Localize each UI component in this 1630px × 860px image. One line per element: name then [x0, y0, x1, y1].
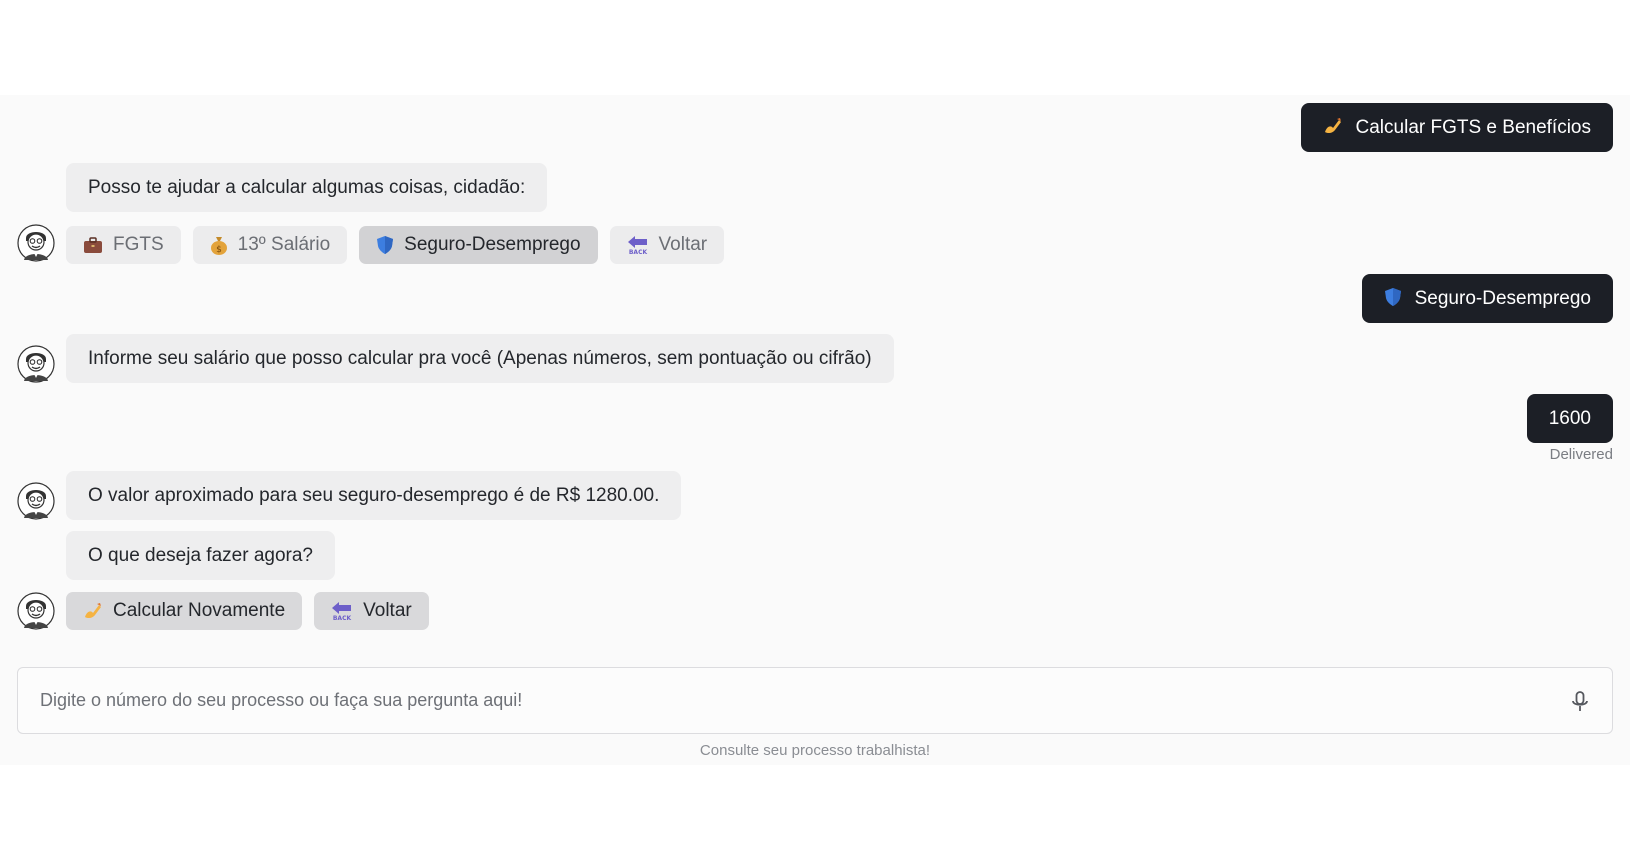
user-message-text: Calcular FGTS e Benefícios	[1355, 117, 1591, 138]
bot-message-text: O valor aproximado para seu seguro-desem…	[88, 485, 660, 506]
option-voltar[interactable]: BACK Voltar	[314, 592, 429, 630]
bot-message-text: O que deseja fazer agora?	[88, 545, 313, 566]
option-label: Seguro-Desemprego	[404, 234, 581, 255]
bot-avatar	[17, 592, 55, 630]
option-label: FGTS	[113, 234, 164, 255]
option-seguro-desemprego[interactable]: Seguro-Desemprego	[359, 226, 598, 264]
shield-icon	[1384, 288, 1407, 308]
bot-message-text: Posso te ajudar a calcular algumas coisa…	[88, 177, 526, 198]
option-calcular-novamente[interactable]: Calcular Novamente	[66, 592, 303, 630]
user-message-calcular: Calcular FGTS e Benefícios	[1300, 103, 1613, 152]
option-voltar[interactable]: BACK Voltar	[609, 226, 725, 264]
user-message-salario: 1600	[1526, 394, 1613, 443]
options-menu: FGTS $ 13º Salário Seguro-Desemprego BAC…	[66, 226, 725, 264]
user-message-text: Seguro-Desemprego	[1414, 288, 1591, 309]
bot-avatar	[17, 345, 55, 383]
microphone-icon[interactable]	[1570, 690, 1590, 714]
svg-text:$: $	[216, 245, 222, 255]
briefcase-icon	[83, 236, 103, 254]
option-label: Voltar	[363, 600, 412, 621]
writing-hand-icon	[1323, 117, 1348, 137]
footer-note: Consulte seu processo trabalhista!	[699, 742, 931, 759]
money-bag-icon: $	[210, 235, 228, 255]
svg-text:BACK: BACK	[333, 615, 352, 621]
option-label: 13º Salário	[237, 234, 331, 255]
svg-text:BACK: BACK	[628, 249, 647, 255]
bot-message: O que deseja fazer agora?	[66, 531, 335, 580]
message-composer	[17, 667, 1613, 734]
back-arrow-icon: BACK	[627, 235, 649, 255]
bot-avatar	[17, 224, 55, 262]
bot-avatar	[17, 482, 55, 520]
option-13-salario[interactable]: $ 13º Salário	[192, 226, 348, 264]
bot-message: Posso te ajudar a calcular algumas coisa…	[66, 163, 548, 212]
writing-hand-icon	[83, 601, 103, 621]
user-message-seguro: Seguro-Desemprego	[1361, 274, 1613, 323]
bot-message: Informe seu salário que posso calcular p…	[66, 334, 894, 383]
option-label: Calcular Novamente	[113, 600, 286, 621]
back-arrow-icon: BACK	[331, 601, 353, 621]
options-menu: Calcular Novamente BACK Voltar	[66, 592, 429, 630]
bot-message: O valor aproximado para seu seguro-desem…	[66, 471, 682, 520]
user-message-text: 1600	[1548, 408, 1591, 429]
option-label: Voltar	[658, 234, 708, 255]
message-input[interactable]	[18, 668, 1558, 733]
bot-message-text: Informe seu salário que posso calcular p…	[88, 348, 872, 369]
shield-icon	[376, 235, 394, 255]
delivery-status: Delivered	[1549, 446, 1613, 463]
option-fgts[interactable]: FGTS	[66, 226, 181, 264]
